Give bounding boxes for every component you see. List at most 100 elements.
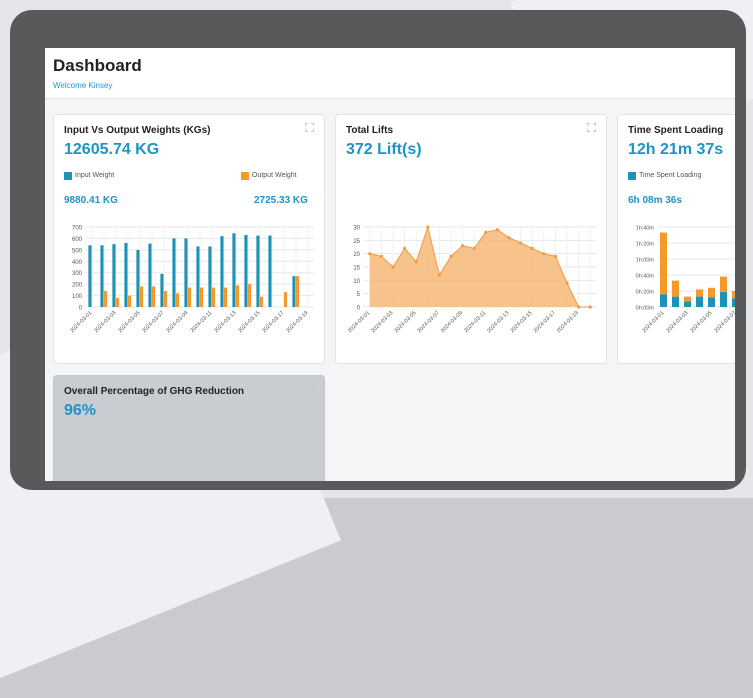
bar-output-weight <box>296 276 300 307</box>
bar-output-weight <box>116 297 120 307</box>
bar-input-weight <box>148 243 152 307</box>
y-tick-label: 0 <box>79 306 83 312</box>
dashboard-screen: Dashboard Welcome Kinsey Input Vs Output… <box>45 48 735 481</box>
bar-time-loading <box>684 301 691 307</box>
x-tick-label: 2024-03-03 <box>93 310 117 334</box>
x-tick-label: 2024-03-07 <box>417 310 441 334</box>
y-tick-label: 30 <box>353 226 360 232</box>
bar-input-weight <box>268 235 272 307</box>
ghg-card[interactable]: Overall Percentage of GHG Reduction 96% <box>53 375 325 481</box>
x-tick-label: 2024-03-07 <box>713 310 735 334</box>
y-tick-label: 0h:20m <box>636 290 655 296</box>
x-tick-label: 2024-03-15 <box>509 310 533 334</box>
y-tick-label: 0h:00m <box>636 306 655 312</box>
legend-output-label: Output Weight <box>252 172 297 179</box>
data-point <box>437 273 441 277</box>
card-title: Total Lifts <box>346 125 394 136</box>
legend-time-label: Time Spent Loading <box>639 172 702 179</box>
x-tick-label: 2024-03-17 <box>261 310 285 334</box>
data-point <box>379 254 383 258</box>
data-point <box>414 260 418 264</box>
bar-time-secondary <box>672 280 679 297</box>
device-frame: Dashboard Welcome Kinsey Input Vs Output… <box>10 10 746 490</box>
bar-output-weight <box>188 287 192 307</box>
bar-input-weight <box>184 238 188 307</box>
bar-input-weight <box>136 249 140 307</box>
legend-input-label: Input Weight <box>75 172 115 179</box>
expand-icon[interactable] <box>305 384 314 393</box>
bar-output-weight <box>104 291 108 307</box>
bar-input-weight <box>160 273 164 307</box>
output-weight-total: 2725.33 KG <box>254 195 308 206</box>
time-card[interactable]: Time Spent Loading 12h 21m 37s Time Spen… <box>617 114 735 364</box>
data-point <box>542 252 546 256</box>
y-tick-label: 0h:40m <box>636 274 655 280</box>
data-point <box>403 246 407 250</box>
y-tick-label: 600 <box>72 237 83 243</box>
page-title: Dashboard <box>53 56 142 75</box>
lifts-card[interactable]: Total Lifts 372 Lift(s) 0 5 10 15 20 25 30 2024… <box>335 114 607 364</box>
bar-time-secondary <box>696 289 703 297</box>
total-lifts-value: 372 Lift(s) <box>346 141 422 158</box>
y-tick-label: 300 <box>72 271 83 277</box>
bar-output-weight <box>212 287 216 307</box>
bar-output-weight <box>152 286 156 307</box>
x-tick-label: 2024-03-11 <box>190 310 214 334</box>
expand-icon[interactable] <box>587 123 596 132</box>
data-point <box>484 230 488 234</box>
data-point <box>507 236 511 240</box>
bar-output-weight <box>260 296 264 307</box>
ghg-reduction-value: 96% <box>64 402 97 419</box>
total-time-value: 12h 21m 37s <box>628 141 724 158</box>
x-tick-label: 2024-03-11 <box>463 310 487 334</box>
input-weight-total: 9880.41 KG <box>64 195 118 206</box>
y-tick-label: 25 <box>353 239 360 245</box>
x-tick-label: 2024-03-01 <box>641 310 665 334</box>
bar-output-weight <box>128 295 132 307</box>
y-tick-label: 400 <box>72 260 83 266</box>
time-spent-total: 6h 08m 36s <box>628 195 682 206</box>
area-fill <box>369 227 591 307</box>
y-tick-label: 1h:00m <box>636 258 655 264</box>
x-tick-label: 2024-03-05 <box>117 310 141 334</box>
bar-input-weight <box>220 236 224 307</box>
y-tick-label: 20 <box>353 252 360 258</box>
bar-time-secondary <box>660 232 667 295</box>
card-title: Overall Percentage of GHG Reduction <box>64 386 245 397</box>
x-tick-label: 2024-03-13 <box>486 310 510 334</box>
data-point <box>577 305 581 309</box>
x-tick-label: 2024-03-09 <box>440 310 464 334</box>
bar-input-weight <box>196 246 200 307</box>
bar-time-loading <box>660 294 667 307</box>
welcome-message: Welcome Kinsey <box>53 81 113 90</box>
bar-time-secondary <box>732 291 735 299</box>
data-point <box>461 244 465 248</box>
bar-input-weight <box>172 238 176 307</box>
bar-input-weight <box>100 245 104 307</box>
bar-output-weight <box>200 287 204 307</box>
bar-time-loading <box>720 291 727 307</box>
data-point <box>449 254 453 258</box>
card-title: Time Spent Loading <box>628 125 724 136</box>
lifts-area-chart: 0510152025302024-03-01 2024-03-03 2024-03-… <box>347 225 596 334</box>
expand-icon[interactable] <box>305 123 314 132</box>
x-tick-label: 2024-03-19 <box>556 310 580 334</box>
bar-output-weight <box>164 291 168 307</box>
y-tick-label: 5 <box>357 292 361 298</box>
bar-input-weight <box>208 246 212 307</box>
data-point <box>565 281 569 285</box>
bar-output-weight <box>236 285 240 307</box>
bar-time-secondary <box>720 276 727 292</box>
x-tick-label: 2024-03-05 <box>393 310 417 334</box>
bar-output-weight <box>224 287 228 307</box>
bar-output-weight <box>176 293 180 307</box>
bar-time-loading <box>696 296 703 307</box>
y-tick-label: 1h:20m <box>636 242 655 248</box>
data-point <box>472 246 476 250</box>
bar-input-weight <box>244 235 248 307</box>
weights-card[interactable]: Input Vs Output Weights (KGs) 12605.74 K… <box>53 114 325 364</box>
bar-time-loading <box>732 298 735 307</box>
data-point <box>530 246 534 250</box>
total-weight-value: 12605.74 KG <box>64 141 160 158</box>
x-tick-label: 2024-03-03 <box>370 310 394 334</box>
